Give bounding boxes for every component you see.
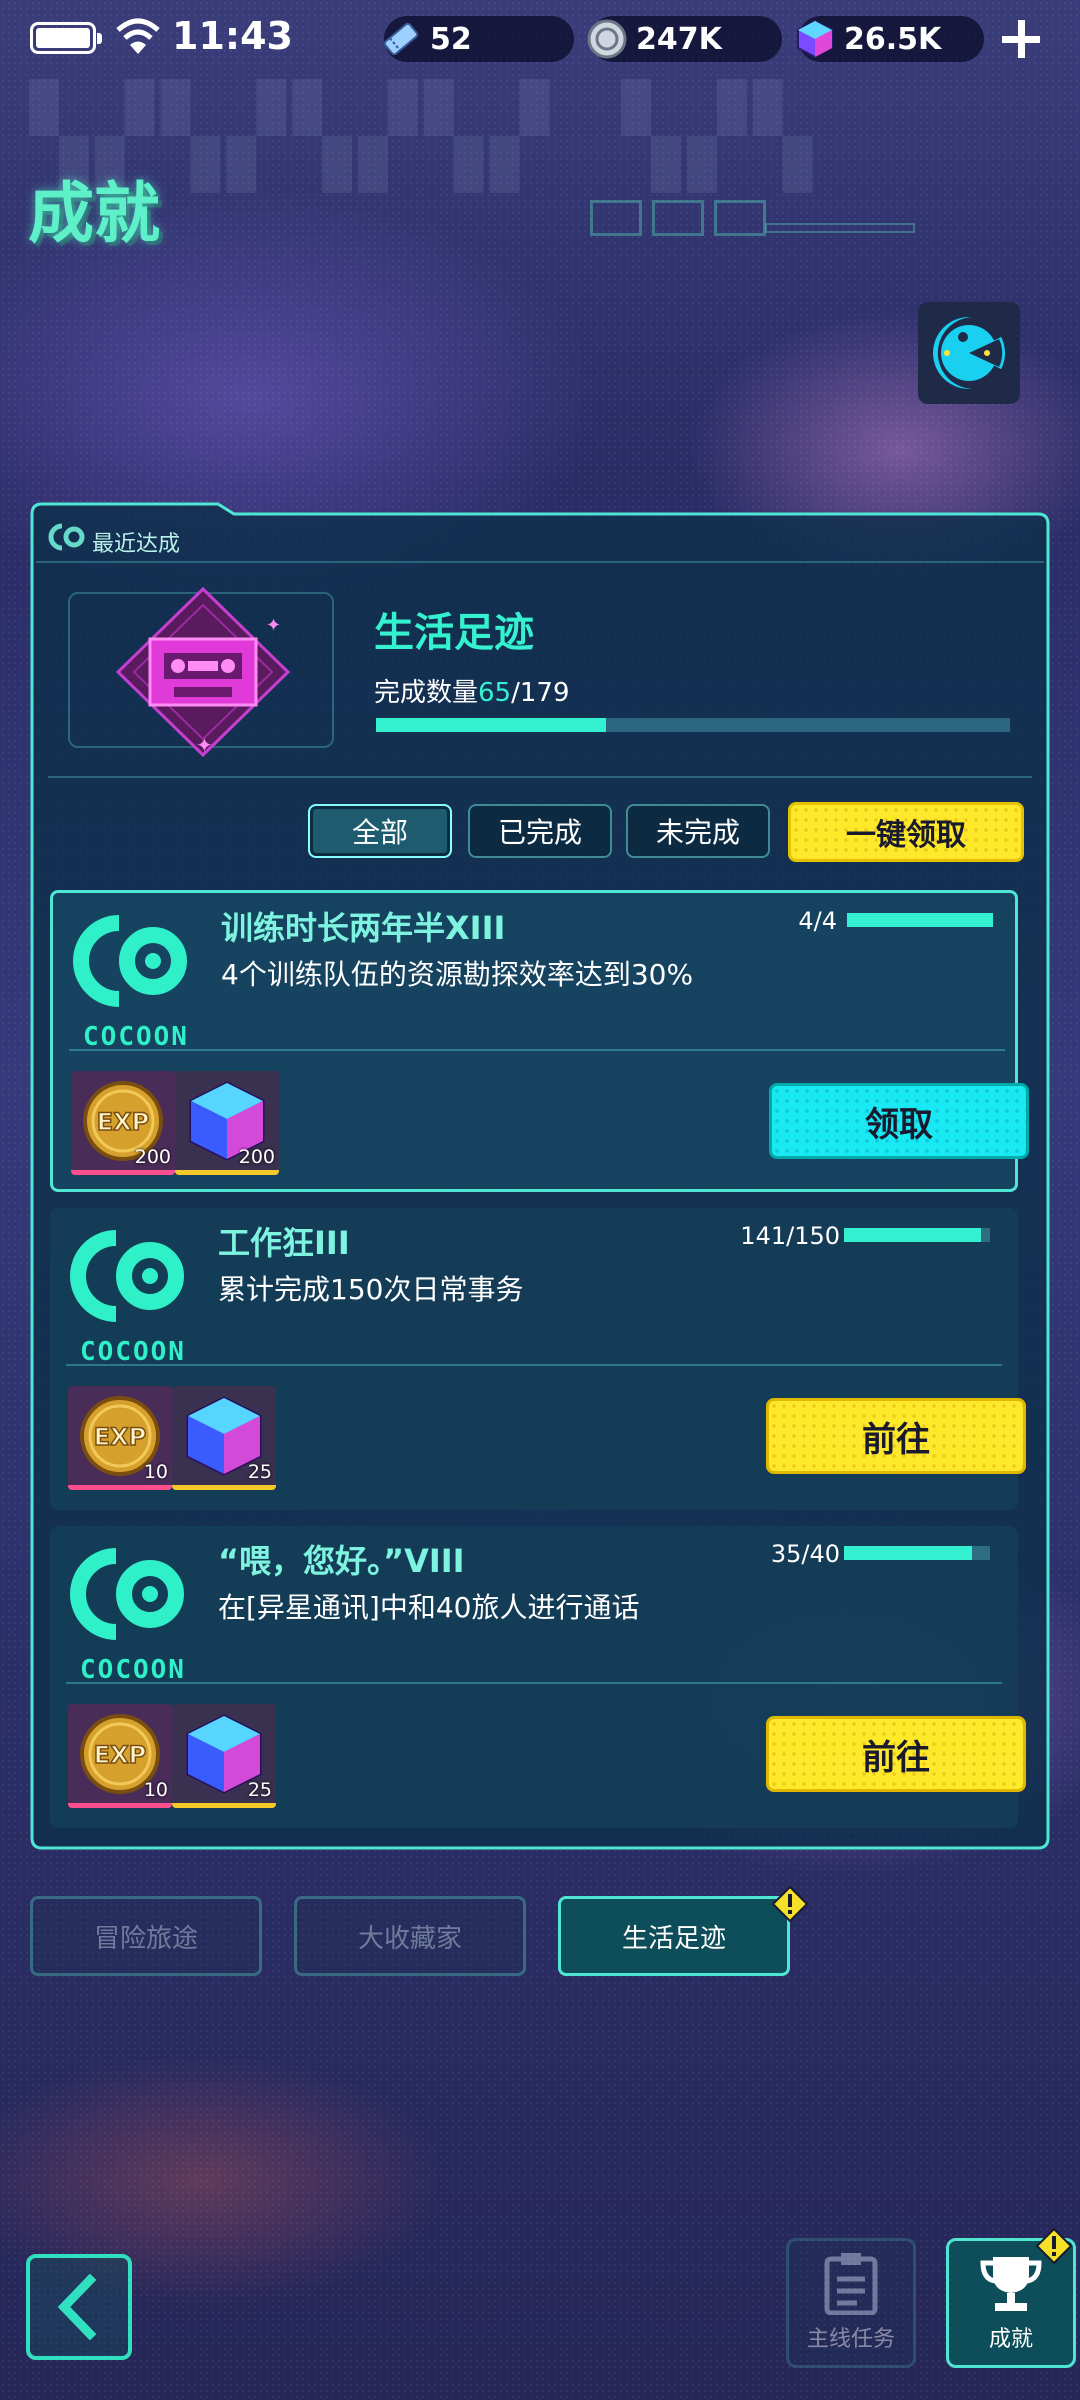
page-title: 成就 bbox=[28, 175, 160, 252]
svg-text:EXP: EXP bbox=[97, 1108, 150, 1136]
achievement-divider bbox=[66, 1364, 1002, 1366]
coin-count: 247K bbox=[636, 21, 722, 57]
svg-text:✦: ✦ bbox=[196, 733, 213, 757]
alert-badge-icon bbox=[1036, 2228, 1072, 2264]
completion-count-label: 完成数量 bbox=[374, 678, 479, 708]
page-header: ▚▞▚▞▚▞▚▞ ▚▞▚ 成就 bbox=[20, 80, 1060, 252]
achievements-nav-label: 成就 bbox=[988, 2327, 1033, 2352]
svg-text:EXP: EXP bbox=[94, 1423, 147, 1451]
reward-exp[interactable]: EXP 200 bbox=[71, 1071, 175, 1175]
reward-exp[interactable]: EXP 10 bbox=[68, 1704, 172, 1808]
reward-quantity: 25 bbox=[247, 1461, 272, 1483]
category-progress-bar bbox=[376, 718, 1010, 732]
achievement-divider bbox=[66, 1682, 1002, 1684]
category-tab-life-footprints[interactable]: 生活足迹 bbox=[558, 1896, 790, 1976]
filter-tab-completed[interactable]: 已完成 bbox=[468, 804, 612, 858]
ticket-icon bbox=[376, 14, 426, 64]
reward-quantity: 25 bbox=[247, 1779, 272, 1801]
achievement-description: 累计完成150次日常事务 bbox=[218, 1273, 524, 1306]
add-currency-button[interactable] bbox=[998, 16, 1044, 62]
cocoon-logo-text: COCOON bbox=[80, 1337, 186, 1367]
achievement-card: COCOON 工作狂III 累计完成150次日常事务 141/150 EXP 10… bbox=[50, 1208, 1026, 1510]
chat-bot-button[interactable] bbox=[918, 302, 1020, 404]
achievement-progress-bar bbox=[844, 1546, 990, 1560]
status-bar: 11:43 52 247K 26.5K bbox=[0, 0, 1080, 76]
clipboard-icon bbox=[824, 2253, 878, 2315]
reward-crystal[interactable]: 25 bbox=[172, 1386, 276, 1490]
achievement-progress-text: 4/4 bbox=[798, 907, 837, 935]
chevron-left-icon bbox=[57, 2273, 97, 2341]
crystal-cube-icon bbox=[790, 14, 840, 64]
back-button[interactable] bbox=[26, 2254, 132, 2360]
reward-crystal[interactable]: 200 bbox=[175, 1071, 279, 1175]
achievement-progress-text: 141/150 bbox=[740, 1222, 840, 1250]
achievement-description: 4个训练队伍的资源勘探效率达到30% bbox=[221, 958, 694, 991]
achievement-title: 工作狂III bbox=[218, 1224, 350, 1262]
main-quest-label: 主线任务 bbox=[806, 2327, 895, 2352]
category-tab-adventure[interactable]: 冒险旅途 bbox=[30, 1896, 262, 1976]
svg-text:✦: ✦ bbox=[266, 615, 281, 636]
category-title: 生活足迹 bbox=[374, 610, 534, 656]
filter-tab-incomplete[interactable]: 未完成 bbox=[626, 804, 770, 858]
achievement-card: COCOON “喂，您好。”VIII 在[异星通讯]中和40旅人进行通话 35/… bbox=[50, 1526, 1026, 1828]
clock: 11:43 bbox=[172, 14, 293, 58]
resource-crystals[interactable]: 26.5K bbox=[797, 16, 984, 62]
category-completion-count: 完成数量65/179 bbox=[374, 672, 570, 709]
achievement-progress-bar bbox=[847, 913, 993, 927]
cocoon-logo-icon: COCOON bbox=[70, 1548, 186, 1685]
achievement-title: 训练时长两年半XIII bbox=[221, 909, 506, 947]
claim-button[interactable]: 领取 bbox=[769, 1083, 1029, 1159]
claim-all-button[interactable]: 一键领取 bbox=[788, 802, 1024, 862]
achievement-card: COCOON 训练时长两年半XIII 4个训练队伍的资源勘探效率达到30% 4/… bbox=[50, 890, 1029, 1192]
cocoon-logo-icon: COCOON bbox=[73, 915, 189, 1052]
cocoon-logo-text: COCOON bbox=[83, 1022, 189, 1052]
reward-quantity: 10 bbox=[143, 1461, 168, 1483]
achievement-progress-bar bbox=[844, 1228, 990, 1242]
resource-coins[interactable]: 247K bbox=[587, 16, 782, 62]
achievement-title: “喂，您好。”VIII bbox=[218, 1542, 465, 1580]
coin-icon bbox=[582, 14, 632, 64]
achievement-divider bbox=[69, 1049, 1005, 1051]
wifi-icon bbox=[116, 18, 160, 54]
trophy-icon bbox=[980, 2257, 1042, 2311]
header-decoration bbox=[590, 200, 770, 236]
cocoon-logo-text: COCOON bbox=[80, 1655, 186, 1685]
category-progress-fill bbox=[376, 718, 607, 732]
header-decoration-bar bbox=[765, 223, 915, 233]
recent-achievement-label: 最近达成 bbox=[92, 532, 181, 557]
achievement-progress-fill bbox=[844, 1228, 982, 1242]
reward-quantity: 200 bbox=[238, 1146, 275, 1168]
filter-tab-all[interactable]: 全部 bbox=[308, 804, 452, 858]
main-quest-button[interactable]: 主线任务 bbox=[786, 2238, 916, 2368]
achievement-description: 在[异星通讯]中和40旅人进行通话 bbox=[218, 1591, 640, 1624]
ticket-count: 52 bbox=[430, 21, 472, 57]
reward-quantity: 10 bbox=[143, 1779, 168, 1801]
category-tab-collector[interactable]: 大收藏家 bbox=[294, 1896, 526, 1976]
completion-count-total: /179 bbox=[511, 678, 570, 708]
achievement-progress-fill bbox=[844, 1546, 972, 1560]
reward-quantity: 200 bbox=[134, 1146, 171, 1168]
cassette-emblem-icon: ✦ ✦ bbox=[115, 587, 291, 757]
cocoon-small-icon bbox=[48, 523, 85, 551]
crystal-count: 26.5K bbox=[844, 21, 942, 57]
reward-crystal[interactable]: 25 bbox=[172, 1704, 276, 1808]
achievement-panel: 最近达成 ✦ ✦ 生活足迹 完成数量65/179 全部 已完成 未完成 一键领取… bbox=[28, 492, 1052, 1852]
go-button[interactable]: 前往 bbox=[766, 1398, 1026, 1474]
alert-badge-icon bbox=[772, 1886, 808, 1922]
battery-icon bbox=[30, 22, 102, 54]
resource-tickets[interactable]: 52 bbox=[383, 16, 574, 62]
achievement-progress-text: 35/40 bbox=[770, 1540, 840, 1568]
achievement-progress-fill bbox=[847, 913, 993, 927]
go-button[interactable]: 前往 bbox=[766, 1716, 1026, 1792]
svg-text:EXP: EXP bbox=[94, 1741, 147, 1769]
pacman-icon bbox=[933, 317, 1005, 389]
completion-count-done: 65 bbox=[478, 678, 512, 708]
cocoon-logo-icon: COCOON bbox=[70, 1230, 186, 1367]
reward-exp[interactable]: EXP 10 bbox=[68, 1386, 172, 1490]
panel-divider bbox=[48, 776, 1032, 778]
